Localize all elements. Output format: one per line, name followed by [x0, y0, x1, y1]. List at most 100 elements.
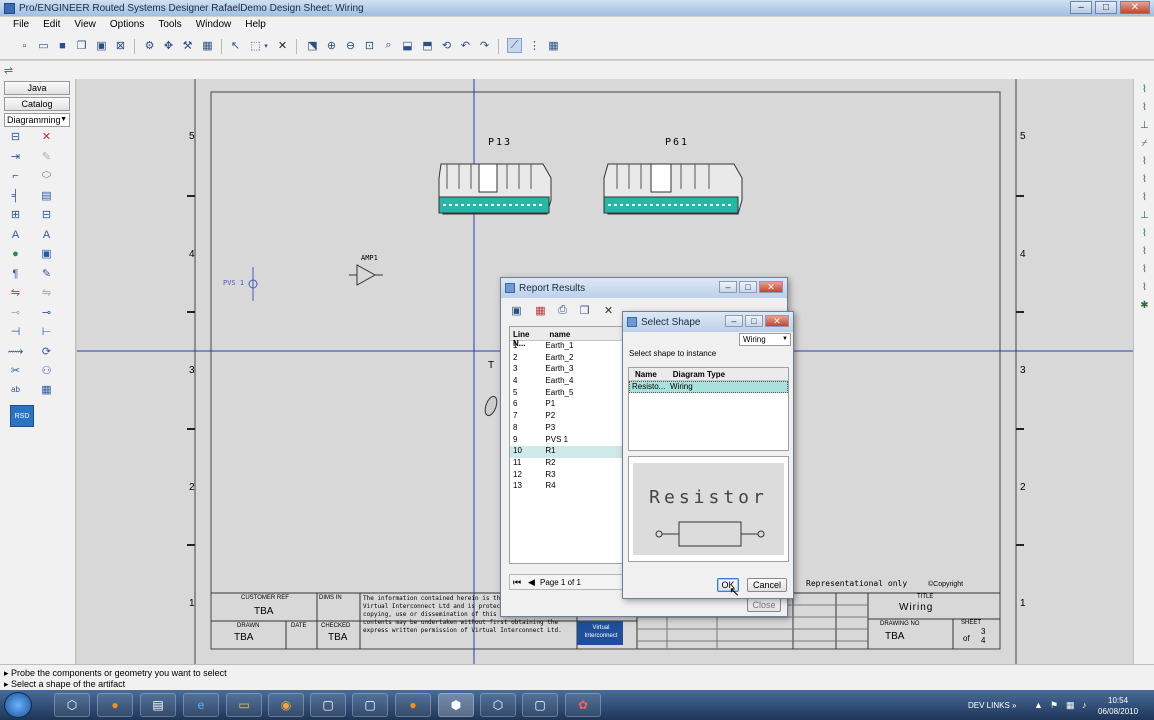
- symbol-icon[interactable]: ⌇: [1138, 245, 1151, 258]
- report-table-row[interactable]: 7 P2: [510, 411, 622, 423]
- print-icon[interactable]: ▣: [94, 38, 109, 53]
- volume-icon[interactable]: ♪: [1082, 700, 1087, 710]
- document-icon[interactable]: ▣: [40, 247, 53, 260]
- table-icon[interactable]: ▦: [200, 38, 215, 53]
- maximize-button[interactable]: □: [1095, 1, 1117, 14]
- regenerate-icon[interactable]: ⚙: [142, 38, 157, 53]
- copy-icon[interactable]: ❐: [74, 38, 89, 53]
- terminal-icon[interactable]: ⊟: [40, 208, 53, 221]
- flag-icon[interactable]: ⚑: [1050, 700, 1058, 711]
- crosshair-toggle-icon[interactable]: ⟋: [507, 38, 522, 53]
- delete-component-icon[interactable]: ✕: [40, 130, 53, 143]
- report-close-text-button[interactable]: Close: [747, 598, 781, 612]
- export-icon[interactable]: ▣: [509, 303, 524, 318]
- snap-grid-icon[interactable]: ▦: [546, 38, 561, 53]
- report-maximize-button[interactable]: □: [739, 281, 757, 293]
- insert-connector-icon[interactable]: ⇥: [9, 150, 22, 163]
- explorer-folder-icon[interactable]: ▭: [226, 693, 262, 717]
- symbol-icon[interactable]: ⌇: [1138, 173, 1151, 186]
- cable-icon[interactable]: ⬭: [40, 169, 53, 182]
- zoom-in-icon[interactable]: ⊕: [324, 38, 339, 53]
- undo-icon[interactable]: ↶: [458, 38, 473, 53]
- start-button[interactable]: [4, 692, 32, 718]
- binoculars-icon[interactable]: ⚇: [40, 364, 53, 377]
- previous-page-icon[interactable]: ◀: [528, 577, 535, 588]
- menu-help[interactable]: Help: [238, 17, 273, 34]
- window-app-icon[interactable]: ▢: [310, 693, 346, 717]
- symbol-icon[interactable]: ⌇: [1138, 281, 1151, 294]
- report-table-row[interactable]: 12 R3: [510, 470, 622, 482]
- symbol-icon[interactable]: ⌇: [1138, 263, 1151, 276]
- symbol-icon[interactable]: ⌇: [1138, 101, 1151, 114]
- zoom-out-icon[interactable]: ⊖: [343, 38, 358, 53]
- report-table-row[interactable]: 9 PVS 1: [510, 435, 622, 447]
- print-report-icon[interactable]: ⎙: [555, 303, 570, 318]
- select-box-icon[interactable]: ⬚: [248, 38, 263, 53]
- contact-icon[interactable]: ⊣: [9, 325, 22, 338]
- menu-options[interactable]: Options: [103, 17, 151, 34]
- property-icon[interactable]: ¶: [9, 267, 22, 280]
- firefox-icon[interactable]: ●: [97, 693, 133, 717]
- firefox-icon[interactable]: ●: [395, 693, 431, 717]
- report-table-row[interactable]: 3 Earth_3: [510, 364, 622, 376]
- symbol-icon[interactable]: ⌇: [1138, 155, 1151, 168]
- tray-arrow-icon[interactable]: ▲: [1034, 700, 1043, 710]
- java-button[interactable]: Java: [4, 81, 70, 95]
- harness-icon[interactable]: ▤: [40, 189, 53, 202]
- node-icon[interactable]: ⊞: [9, 208, 22, 221]
- minimize-button[interactable]: –: [1070, 1, 1092, 14]
- zoom-window-icon[interactable]: ⬔: [305, 38, 320, 53]
- report-table-row[interactable]: 5 Earth_5: [510, 388, 622, 400]
- column-header-shape-name[interactable]: Name: [629, 368, 669, 380]
- network-icon[interactable]: ▦: [1066, 700, 1075, 711]
- mode-select[interactable]: Diagramming ▼: [4, 113, 70, 127]
- connect-icon[interactable]: ⇌: [1, 63, 16, 78]
- report-table-row[interactable]: 10 R1: [510, 446, 622, 458]
- select-shape-titlebar[interactable]: Select Shape – □ ✕: [623, 312, 793, 332]
- report-table-row[interactable]: 1 Earth_1: [510, 341, 622, 353]
- shape-maximize-button[interactable]: □: [745, 315, 763, 327]
- menu-file[interactable]: File: [6, 17, 36, 34]
- report-results-titlebar[interactable]: Report Results – □ ✕: [501, 278, 787, 298]
- close-window-icon[interactable]: ⊠: [113, 38, 128, 53]
- diagram-type-select[interactable]: Wiring ▼: [739, 333, 791, 346]
- excel-icon[interactable]: ▦: [533, 303, 548, 318]
- internet-explorer-icon[interactable]: e: [183, 693, 219, 717]
- wrap-icon[interactable]: ⟳: [40, 345, 53, 358]
- text-icon[interactable]: A: [9, 228, 22, 241]
- redo-icon[interactable]: ↷: [477, 38, 492, 53]
- window-app-icon[interactable]: ▢: [522, 693, 558, 717]
- menu-edit[interactable]: Edit: [36, 17, 67, 34]
- abc-icon[interactable]: ab: [9, 383, 22, 396]
- spreadsheet-icon[interactable]: ▦: [40, 383, 53, 396]
- shape-row[interactable]: Resisto... Wiring: [629, 381, 788, 393]
- text-edit-icon[interactable]: A: [40, 228, 53, 241]
- pan-icon[interactable]: ⬓: [400, 38, 415, 53]
- document-app-icon[interactable]: ▤: [140, 693, 176, 717]
- close-button[interactable]: ✕: [1120, 1, 1150, 14]
- copy-report-icon[interactable]: ❐: [577, 303, 592, 318]
- dev-links-label[interactable]: DEV LINKS: [968, 701, 1010, 710]
- window-app-icon[interactable]: ▢: [352, 693, 388, 717]
- report-table-row[interactable]: 4 Earth_4: [510, 376, 622, 388]
- menu-window[interactable]: Window: [189, 17, 239, 34]
- add-component-icon[interactable]: ⊟: [9, 130, 22, 143]
- delete-icon[interactable]: ✕: [275, 38, 290, 53]
- clock-time[interactable]: 10:54: [1108, 696, 1128, 705]
- connector-p13[interactable]: [438, 163, 552, 215]
- symbol-icon[interactable]: ⌇: [1138, 83, 1151, 96]
- report-table-row[interactable]: 6 P1: [510, 399, 622, 411]
- symbol-icon[interactable]: ⊥: [1138, 119, 1151, 132]
- measure-icon[interactable]: ✂: [9, 364, 22, 377]
- wire-icon[interactable]: ⌐: [9, 169, 22, 182]
- redraw-icon[interactable]: ⟲: [439, 38, 454, 53]
- colorful-app-icon[interactable]: ✿: [565, 693, 601, 717]
- edit-property-icon[interactable]: ✎: [40, 267, 53, 280]
- report-table-row[interactable]: 8 P3: [510, 423, 622, 435]
- media-icon[interactable]: ◉: [268, 693, 304, 717]
- report-close-button[interactable]: ✕: [759, 281, 783, 293]
- symbol-icon[interactable]: ⌇: [1138, 227, 1151, 240]
- clock-date[interactable]: 06/08/2010: [1098, 707, 1138, 716]
- splice-icon[interactable]: ⇋: [9, 286, 22, 299]
- cube-app-icon[interactable]: ⬡: [54, 693, 90, 717]
